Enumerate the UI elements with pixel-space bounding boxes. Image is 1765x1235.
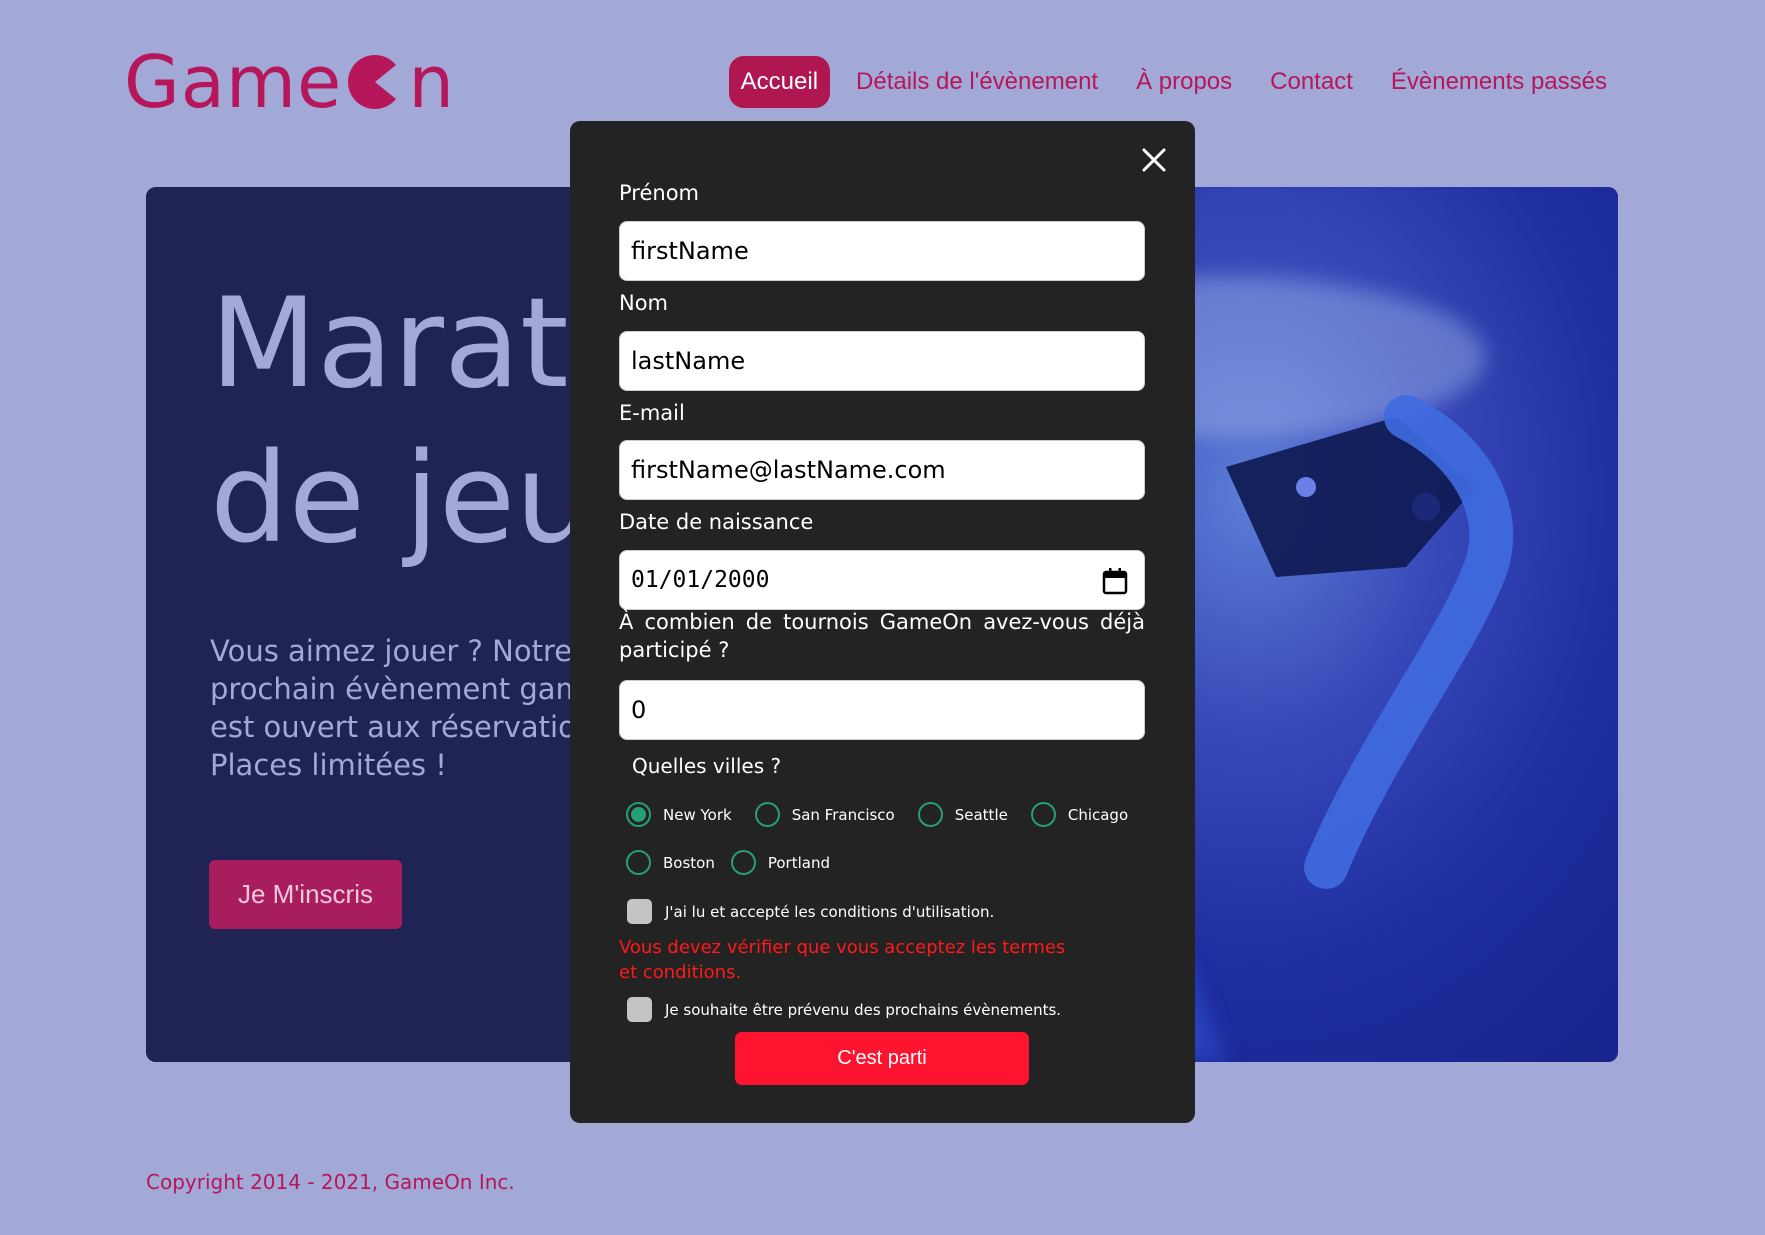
tournaments-quantity-input[interactable]: 0 <box>619 680 1145 740</box>
nav-item-details[interactable]: Détails de l'évènement <box>844 56 1110 108</box>
signup-button[interactable]: Je M'inscris <box>209 860 402 929</box>
logo-text-right: n <box>408 40 455 124</box>
radio-button[interactable] <box>1030 802 1056 827</box>
page: Game n Accueil Détails de l'évènement À … <box>0 0 1765 1235</box>
city-label: Portland <box>767 853 830 872</box>
radio-button[interactable] <box>730 850 756 875</box>
first-name-label: Prénom <box>619 181 700 205</box>
submit-button[interactable]: C'est parti <box>735 1032 1029 1085</box>
city-label: San Francisco <box>791 805 895 824</box>
birthdate-label: Date de naissance <box>619 510 814 534</box>
city-label: Boston <box>663 853 715 872</box>
close-icon[interactable] <box>1139 145 1169 175</box>
city-option-portland[interactable]: Portland <box>730 850 830 875</box>
newsletter-label: Je souhaite être prévenu des prochains é… <box>665 1000 1062 1019</box>
newsletter-checkbox-row[interactable]: Je souhaite être prévenu des prochains é… <box>627 997 1061 1022</box>
tournaments-question-line1: À combien de tournois GameOn avez-vous d… <box>619 610 1145 634</box>
last-name-input[interactable]: lastName <box>619 331 1145 391</box>
terms-error-message: Vous devez vérifier que vous acceptez le… <box>619 937 1066 983</box>
terms-label: J'ai lu et accepté les conditions d'util… <box>665 902 995 921</box>
city-label: New York <box>663 805 732 824</box>
last-name-label: Nom <box>619 291 669 315</box>
cities-radio-row-1: New York San Francisco Seattle Chicago <box>626 802 1138 827</box>
city-label: Chicago <box>1067 805 1129 824</box>
cities-radio-row-2: Boston Portland <box>626 850 840 875</box>
city-option-san-francisco[interactable]: San Francisco <box>754 802 895 827</box>
radio-button[interactable] <box>754 802 780 827</box>
city-label: Seattle <box>954 805 1008 824</box>
pacman-logo-icon <box>348 54 397 110</box>
city-option-chicago[interactable]: Chicago <box>1030 802 1129 827</box>
cities-label: Quelles villes ? <box>632 754 782 778</box>
city-option-new-york[interactable]: New York <box>626 802 732 827</box>
main-nav: Accueil Détails de l'évènement À propos … <box>715 56 1619 108</box>
signup-modal: Prénom firstName Nom lastName E-mail fir… <box>570 121 1195 1123</box>
email-label: E-mail <box>619 401 685 425</box>
terms-checkbox-row[interactable]: J'ai lu et accepté les conditions d'util… <box>627 899 994 924</box>
radio-button-checked[interactable] <box>626 802 651 827</box>
calendar-icon[interactable] <box>1102 567 1128 595</box>
terms-checkbox[interactable] <box>627 899 652 924</box>
tournaments-question-line2: participé ? <box>619 638 730 662</box>
nav-item-evenements-passes[interactable]: Évènements passés <box>1379 56 1619 108</box>
tournaments-question: À combien de tournois GameOn avez-vous d… <box>619 608 1145 664</box>
nav-item-accueil[interactable]: Accueil <box>728 56 831 108</box>
radio-button[interactable] <box>917 802 943 827</box>
gameon-logo[interactable]: Game n <box>124 40 455 124</box>
newsletter-checkbox[interactable] <box>627 997 652 1022</box>
email-input[interactable]: firstName@lastName.com <box>619 440 1145 500</box>
nav-item-contact[interactable]: Contact <box>1258 56 1365 108</box>
birthdate-input[interactable]: 01/01/2000 <box>619 550 1145 610</box>
city-option-seattle[interactable]: Seattle <box>917 802 1008 827</box>
first-name-input[interactable]: firstName <box>619 221 1145 281</box>
logo-text-left: Game <box>124 40 343 124</box>
radio-button[interactable] <box>626 850 651 875</box>
footer-copyright: Copyright 2014 - 2021, GameOn Inc. <box>146 1170 515 1194</box>
nav-item-a-propos[interactable]: À propos <box>1124 56 1244 108</box>
birthdate-value: 01/01/2000 <box>631 567 770 593</box>
city-option-boston[interactable]: Boston <box>626 850 715 875</box>
